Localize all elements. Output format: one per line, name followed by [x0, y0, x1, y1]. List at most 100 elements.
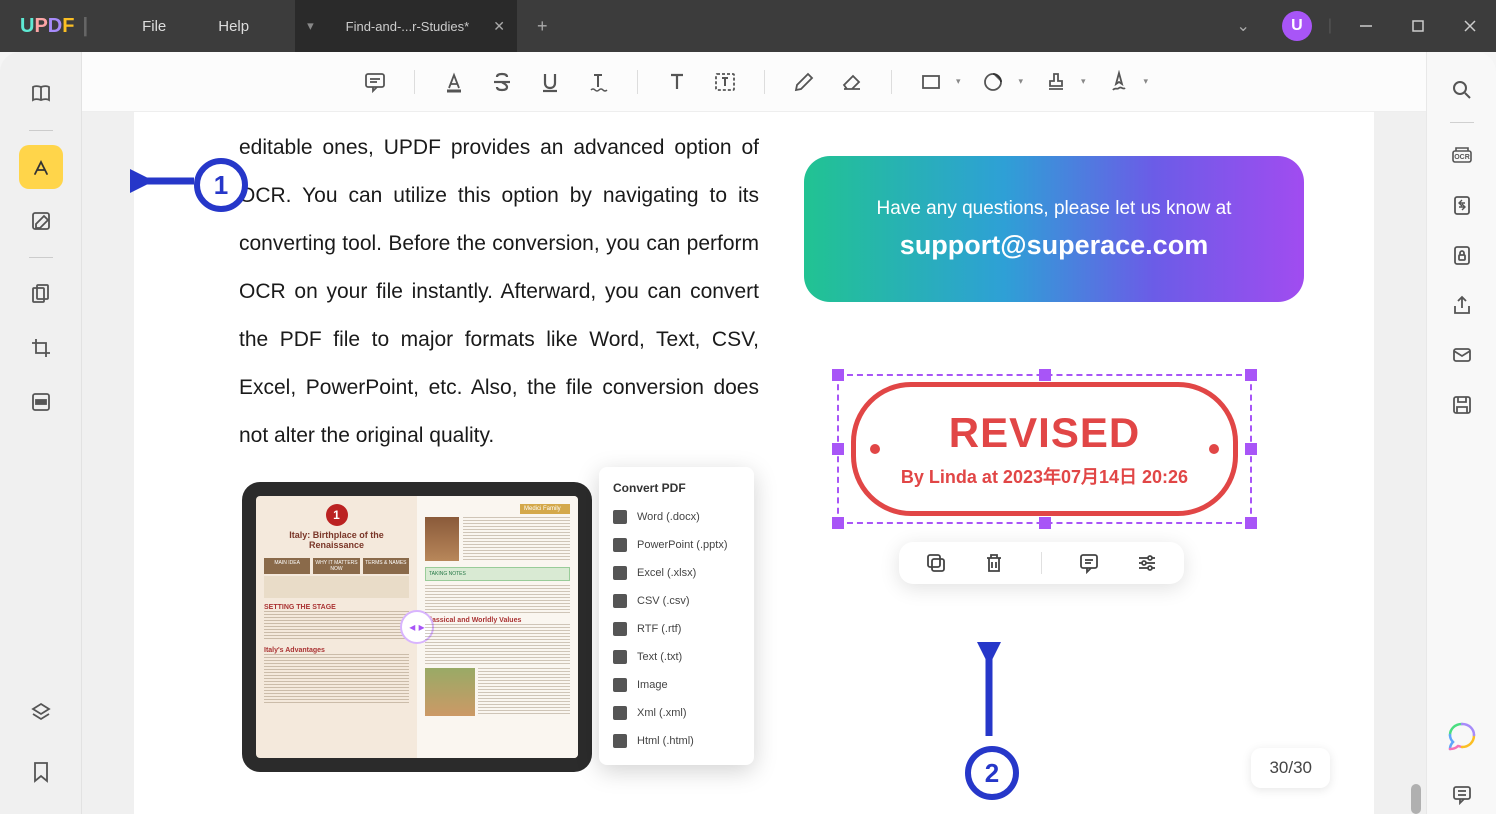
resize-handle[interactable]	[832, 369, 844, 381]
illustration-number: 1	[326, 504, 348, 526]
eraser-tool[interactable]	[831, 61, 873, 103]
convert-option-powerpoint[interactable]: PowerPoint (.pptx)	[599, 531, 754, 559]
caret-icon[interactable]: ▾	[956, 76, 961, 87]
redact-button[interactable]	[19, 380, 63, 424]
convert-option-word[interactable]: Word (.docx)	[599, 503, 754, 531]
text-box-tool[interactable]	[704, 61, 746, 103]
convert-popup-title: Convert PDF	[599, 477, 754, 503]
convert-option-image[interactable]: Image	[599, 671, 754, 699]
support-email: support@superace.com	[900, 230, 1208, 261]
underline-tool[interactable]	[529, 61, 571, 103]
convert-button[interactable]	[1442, 185, 1482, 225]
pencil-tool[interactable]	[783, 61, 825, 103]
file-icon	[613, 734, 627, 748]
document-tab[interactable]: ▾ Find-and-...r-Studies* ✕	[295, 0, 517, 52]
callout-badge-1: 1	[194, 158, 248, 212]
sticky-note-tool[interactable]	[354, 61, 396, 103]
circle-tool[interactable]	[972, 61, 1014, 103]
resize-handle[interactable]	[1245, 369, 1257, 381]
file-icon	[613, 650, 627, 664]
highlighter-tool[interactable]	[433, 61, 475, 103]
callout-arrow-icon	[974, 642, 1004, 742]
stamp-byline: By Linda at 2023年07月14日 20:26	[901, 463, 1188, 489]
resize-handle[interactable]	[1039, 517, 1051, 529]
crop-pages-button[interactable]	[19, 326, 63, 370]
convert-pdf-popup: Convert PDF Word (.docx) PowerPoint (.pp…	[599, 467, 754, 765]
page-indicator[interactable]: 30/30	[1251, 748, 1330, 788]
tabs-chevron-icon[interactable]: ⌄	[1220, 16, 1265, 36]
layers-button[interactable]	[19, 690, 63, 734]
stamp-selection[interactable]: REVISED By Linda at 2023年07月14日 20:26	[837, 374, 1252, 524]
strikethrough-tool[interactable]	[481, 61, 523, 103]
file-icon	[613, 566, 627, 580]
minimize-button[interactable]	[1340, 0, 1392, 52]
convert-option-text[interactable]: Text (.txt)	[599, 643, 754, 671]
resize-handle[interactable]	[832, 517, 844, 529]
tab-title: Find-and-...r-Studies*	[346, 19, 470, 34]
svg-text:OCR: OCR	[1454, 154, 1470, 161]
left-sidebar	[0, 52, 82, 814]
resize-handle[interactable]	[1245, 443, 1257, 455]
caret-icon[interactable]: ▾	[1144, 76, 1149, 87]
tab-close-icon[interactable]: ✕	[493, 18, 505, 35]
menu-file[interactable]: File	[116, 18, 192, 35]
file-icon	[613, 538, 627, 552]
properties-button[interactable]	[1136, 552, 1158, 574]
signature-tool[interactable]	[1098, 61, 1140, 103]
ai-assistant-icon[interactable]	[1445, 720, 1479, 754]
new-tab-button[interactable]: +	[517, 16, 568, 37]
scrollbar-thumb[interactable]	[1411, 784, 1421, 814]
protect-button[interactable]	[1442, 235, 1482, 275]
file-icon	[613, 594, 627, 608]
file-icon	[613, 706, 627, 720]
text-tool[interactable]	[656, 61, 698, 103]
rectangle-tool[interactable]	[910, 61, 952, 103]
save-button[interactable]	[1442, 385, 1482, 425]
comments-panel-button[interactable]	[1442, 774, 1482, 814]
body-paragraph: editable ones, UPDF provides an advanced…	[239, 124, 759, 460]
delete-button[interactable]	[983, 552, 1005, 574]
callout-arrow-icon	[130, 166, 200, 196]
convert-option-html[interactable]: Html (.html)	[599, 727, 754, 755]
comment-mode-button[interactable]	[19, 145, 63, 189]
document-canvas[interactable]: editable ones, UPDF provides an advanced…	[82, 112, 1426, 814]
convert-option-csv[interactable]: CSV (.csv)	[599, 587, 754, 615]
resize-handle[interactable]	[1039, 369, 1051, 381]
pdf-page: editable ones, UPDF provides an advanced…	[134, 112, 1374, 814]
edit-mode-button[interactable]	[19, 199, 63, 243]
annotation-toolbar: ▾ ▾ ▾ ▾	[82, 52, 1426, 112]
note-button[interactable]	[1078, 552, 1100, 574]
support-line: Have any questions, please let us know a…	[877, 198, 1232, 220]
title-bar: UPDF| File Help ▾ Find-and-...r-Studies*…	[0, 0, 1496, 52]
caret-icon[interactable]: ▾	[1081, 76, 1086, 87]
caret-icon[interactable]: ▾	[1018, 76, 1023, 87]
maximize-button[interactable]	[1392, 0, 1444, 52]
convert-option-rtf[interactable]: RTF (.rtf)	[599, 615, 754, 643]
bookmarks-button[interactable]	[19, 750, 63, 794]
tab-dropdown-icon[interactable]: ▾	[307, 18, 314, 34]
app-logo: UPDF|	[0, 15, 116, 38]
search-button[interactable]	[1442, 70, 1482, 110]
stamp-tool[interactable]	[1035, 61, 1077, 103]
user-avatar[interactable]: U	[1282, 11, 1312, 41]
convert-option-excel[interactable]: Excel (.xlsx)	[599, 559, 754, 587]
revised-stamp[interactable]: REVISED By Linda at 2023年07月14日 20:26	[851, 382, 1238, 516]
share-button[interactable]	[1442, 285, 1482, 325]
illustration-tablet: 1 Italy: Birthplace of the Renaissance M…	[242, 482, 592, 772]
right-sidebar: OCR	[1426, 52, 1496, 814]
stamp-context-toolbar	[899, 542, 1184, 584]
callout-badge-2: 2	[965, 746, 1019, 800]
resize-handle[interactable]	[1245, 517, 1257, 529]
resize-handle[interactable]	[832, 443, 844, 455]
organize-pages-button[interactable]	[19, 272, 63, 316]
menu-help[interactable]: Help	[192, 18, 275, 35]
reader-mode-button[interactable]	[19, 72, 63, 116]
copy-button[interactable]	[925, 552, 947, 574]
squiggly-tool[interactable]	[577, 61, 619, 103]
close-button[interactable]	[1444, 0, 1496, 52]
ocr-button[interactable]: OCR	[1442, 135, 1482, 175]
stamp-dot-icon	[870, 444, 880, 454]
illustration-headline: Italy: Birthplace of the Renaissance	[264, 530, 409, 550]
email-button[interactable]	[1442, 335, 1482, 375]
convert-option-xml[interactable]: Xml (.xml)	[599, 699, 754, 727]
